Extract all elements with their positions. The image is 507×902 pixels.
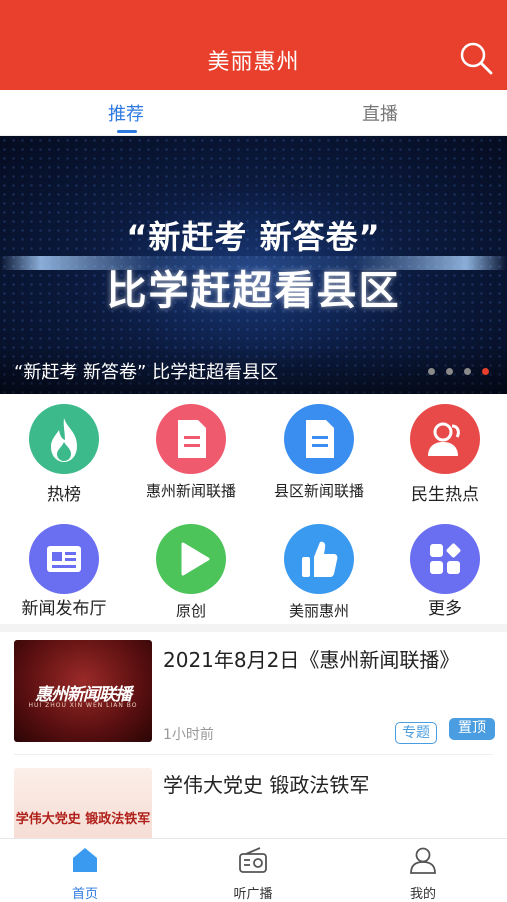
people-icon: [428, 422, 460, 456]
news-thumbnail: 惠州新闻联播 HUI ZHOU XIN WEN LIAN BO: [14, 640, 152, 742]
news-time: 1小时前: [163, 727, 214, 743]
thumbs-up-icon: [302, 541, 338, 577]
play-icon: [181, 542, 210, 576]
top-tabs: 推荐 直播: [0, 90, 507, 136]
carousel-dot-active[interactable]: [482, 368, 489, 375]
grid-label-livelihood: 民生热点: [411, 485, 479, 505]
news-thumbnail: 学伟大党史 锻政法铁军: [14, 768, 152, 838]
banner-headline-2: 比学赶超看县区: [106, 268, 401, 314]
banner-headline-1: “新赶考 新答卷”: [126, 218, 381, 256]
app-title: 美丽惠州: [207, 50, 300, 75]
nav-profile[interactable]: 我的: [363, 839, 483, 902]
search-icon[interactable]: [458, 40, 494, 76]
tab-recommend[interactable]: 推荐: [108, 100, 144, 126]
nav-radio[interactable]: 听广播: [193, 839, 313, 902]
app-header: 美丽惠州: [0, 0, 507, 90]
thumbnail-text: 学伟大党史 锻政法铁军: [15, 812, 151, 827]
flame-icon: [51, 418, 77, 462]
tag-topic[interactable]: 专题: [395, 722, 437, 744]
news-item[interactable]: 学伟大党史 锻政法铁军 学伟大党史 锻政法铁军: [0, 755, 507, 838]
newspaper-icon: [47, 546, 81, 572]
grid-item-hot[interactable]: [29, 404, 99, 474]
user-icon: [410, 847, 436, 874]
grid-label-press-hall: 新闻发布厅: [21, 599, 107, 619]
banner-caption: “新赶考 新答卷” 比学赶超看县区: [14, 362, 279, 383]
apps-icon: [430, 543, 461, 574]
grid-label-original: 原创: [175, 602, 206, 620]
grid-item-livelihood[interactable]: [410, 404, 480, 474]
document-icon: [306, 420, 334, 458]
radio-icon: [239, 847, 267, 873]
carousel-dot[interactable]: [464, 368, 471, 375]
bottom-navigation: 首页 听广播 我的: [0, 838, 507, 902]
news-item[interactable]: 惠州新闻联播 HUI ZHOU XIN WEN LIAN BO 2021年8月2…: [0, 632, 507, 754]
grid-item-beautiful-huizhou[interactable]: [284, 524, 354, 594]
nav-label-home: 首页: [71, 887, 98, 902]
grid-item-county-news[interactable]: [284, 404, 354, 474]
news-title[interactable]: 2021年8月2日《惠州新闻联播》: [163, 644, 459, 673]
grid-label-more: 更多: [428, 599, 462, 619]
section-divider: [0, 624, 507, 632]
nav-home[interactable]: 首页: [25, 839, 145, 902]
active-tab-indicator: [117, 130, 137, 133]
tag-pinned: 置顶: [449, 718, 495, 740]
nav-label-radio: 听广播: [233, 887, 273, 902]
carousel-dot[interactable]: [446, 368, 453, 375]
grid-item-huizhou-news[interactable]: [156, 404, 226, 474]
grid-item-original[interactable]: [156, 524, 226, 594]
home-icon: [73, 848, 97, 872]
grid-label-beautiful-huizhou: 美丽惠州: [288, 602, 349, 620]
grid-label-huizhou-news: 惠州新闻联播: [145, 482, 236, 500]
tab-live[interactable]: 直播: [362, 100, 398, 126]
grid-item-press-hall[interactable]: [29, 524, 99, 594]
grid-label-county-news: 县区新闻联播: [273, 482, 364, 500]
grid-item-more[interactable]: [410, 524, 480, 594]
news-title[interactable]: 学伟大党史 锻政法铁军: [163, 769, 369, 798]
banner-carousel[interactable]: “新赶考 新答卷” 比学赶超看县区 “新赶考 新答卷” 比学赶超看县区: [0, 136, 507, 394]
grid-label-hot: 热榜: [47, 485, 81, 505]
document-icon: [178, 420, 206, 458]
nav-label-profile: 我的: [409, 887, 436, 902]
thumbnail-subtext: HUI ZHOU XIN WEN LIAN BO: [28, 702, 138, 709]
carousel-dot[interactable]: [428, 368, 435, 375]
